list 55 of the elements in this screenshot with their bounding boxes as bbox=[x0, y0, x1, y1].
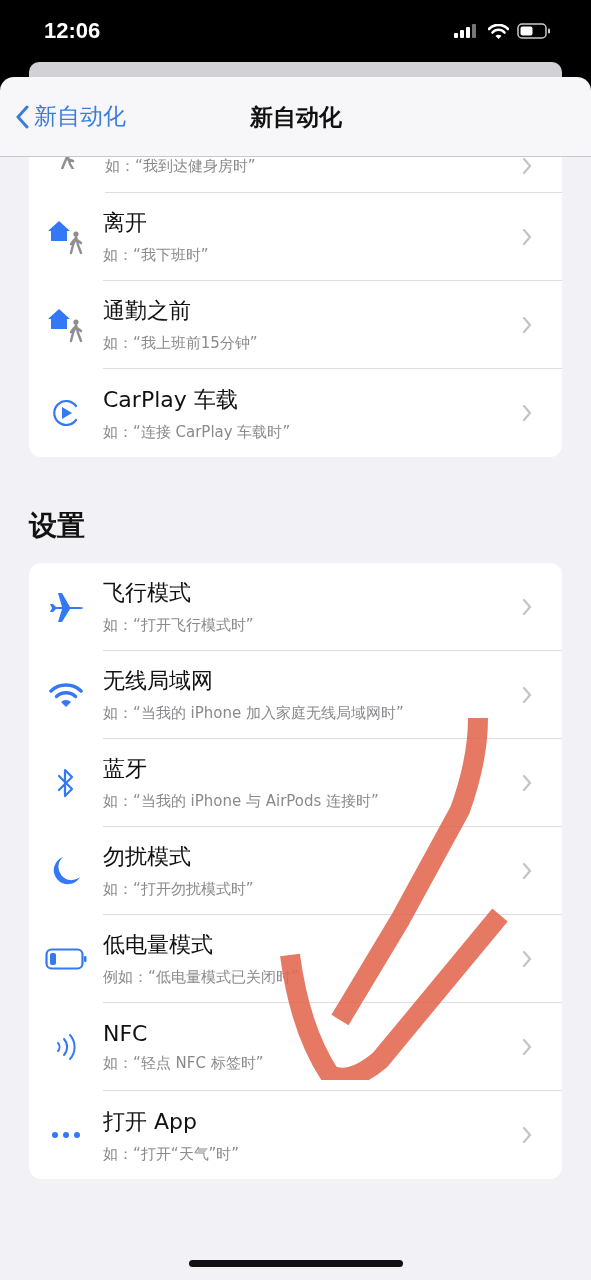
row-title: 飞行模式 bbox=[103, 579, 192, 607]
row-title: 低电量模式 bbox=[103, 931, 214, 959]
list-row[interactable]: CarPlay 车载 如：“连接 CarPlay 车载时” bbox=[29, 369, 562, 457]
list-row[interactable]: NFC 如：“轻点 NFC 标签时” bbox=[29, 1003, 562, 1091]
chevron-right-icon bbox=[522, 949, 532, 968]
chevron-right-icon bbox=[522, 227, 532, 246]
row-title: 蓝牙 bbox=[103, 755, 148, 783]
row-subtitle: 如：“我到达健身房时” bbox=[105, 157, 257, 176]
row-subtitle: 如：“打开勿扰模式时” bbox=[103, 880, 255, 899]
walking-legs-icon bbox=[61, 157, 75, 169]
status-time: 12:06 bbox=[44, 18, 101, 44]
wifi-icon bbox=[488, 23, 509, 39]
airplane-icon bbox=[48, 591, 84, 623]
chevron-right-icon bbox=[522, 315, 532, 334]
row-title: 打开 App bbox=[103, 1107, 198, 1136]
list-row[interactable]: 打开 App 如：“打开“天气”时” bbox=[29, 1091, 562, 1179]
row-subtitle: 如：“当我的 iPhone 加入家庭无线局域网时” bbox=[103, 704, 405, 723]
row-title: 通勤之前 bbox=[103, 297, 192, 325]
chevron-right-icon bbox=[522, 157, 532, 175]
list-row[interactable]: 离开 如：“我下班时” bbox=[29, 193, 562, 281]
list-row[interactable]: 无线局域网 如：“当我的 iPhone 加入家庭无线局域网时” bbox=[29, 651, 562, 739]
chevron-left-icon bbox=[16, 104, 30, 129]
row-title: CarPlay 车载 bbox=[103, 385, 239, 414]
row-title: 勿扰模式 bbox=[103, 843, 192, 871]
chevron-right-icon bbox=[522, 1126, 532, 1144]
row-subtitle: 如：“连接 CarPlay 车载时” bbox=[103, 422, 292, 442]
chevron-right-icon bbox=[522, 1037, 532, 1056]
list-row[interactable]: 如：“我到达健身房时” bbox=[29, 157, 562, 193]
bluetooth-icon bbox=[56, 767, 76, 799]
row-subtitle: 如：“打开飞行模式时” bbox=[103, 616, 255, 635]
chevron-right-icon bbox=[522, 404, 532, 422]
chevron-right-icon bbox=[522, 685, 532, 704]
chevron-right-icon bbox=[522, 861, 532, 880]
row-title: 无线局域网 bbox=[103, 667, 214, 695]
row-subtitle: 如：“我上班前15分钟” bbox=[103, 334, 259, 353]
row-subtitle: 如：“我下班时” bbox=[103, 246, 210, 265]
screen-title: 新自动化 bbox=[249, 102, 342, 132]
battery-icon bbox=[517, 23, 551, 39]
row-subtitle: 如：“打开“天气”时” bbox=[103, 1144, 241, 1164]
list-row[interactable]: 飞行模式 如：“打开飞行模式时” bbox=[29, 563, 562, 651]
list-row[interactable]: 蓝牙 如：“当我的 iPhone 与 AirPods 连接时” bbox=[29, 739, 562, 827]
back-button[interactable]: 新自动化 bbox=[16, 101, 126, 132]
chevron-right-icon bbox=[522, 597, 532, 616]
section-header: 设置 bbox=[27, 508, 86, 544]
more-icon bbox=[51, 1131, 81, 1139]
list-row[interactable]: 通勤之前 如：“我上班前15分钟” bbox=[29, 281, 562, 369]
row-title: NFC bbox=[103, 1020, 149, 1046]
chevron-right-icon bbox=[522, 773, 532, 792]
wifi-icon bbox=[49, 682, 83, 708]
low-battery-icon bbox=[45, 948, 87, 970]
row-subtitle: 如：“当我的 iPhone 与 AirPods 连接时” bbox=[103, 792, 380, 811]
list-row[interactable]: 勿扰模式 如：“打开勿扰模式时” bbox=[29, 827, 562, 915]
nfc-waves-icon bbox=[54, 1031, 78, 1063]
row-title: 离开 bbox=[103, 209, 148, 237]
row-subtitle: 如：“轻点 NFC 标签时” bbox=[103, 1053, 265, 1073]
